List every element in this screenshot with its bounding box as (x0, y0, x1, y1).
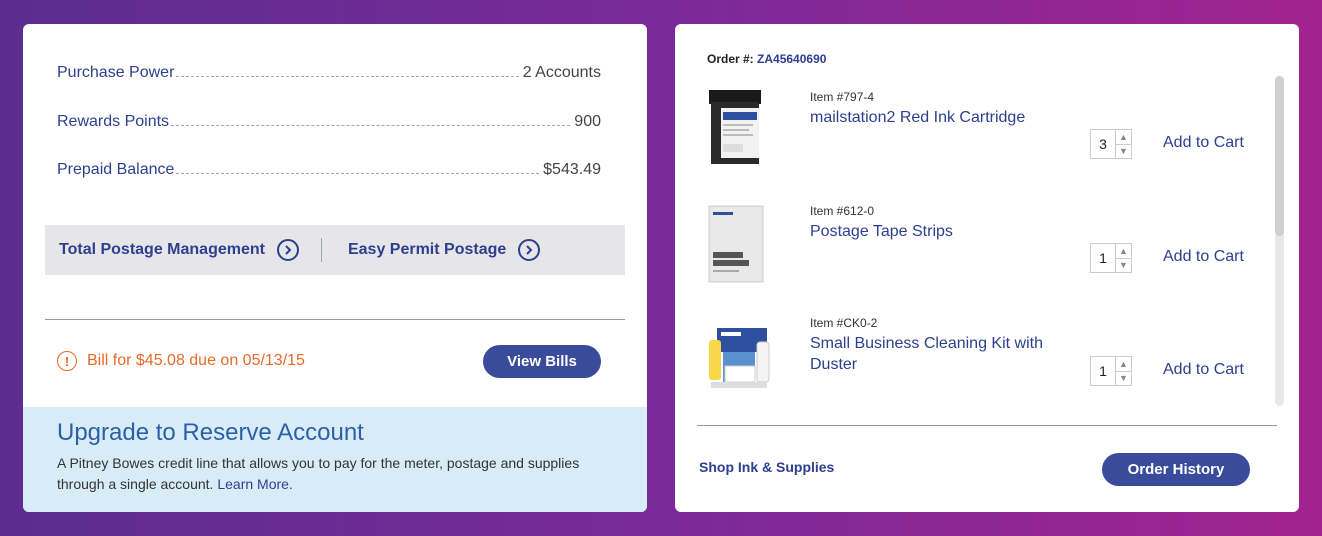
upgrade-description-text: A Pitney Bowes credit line that allows y… (57, 455, 580, 492)
item-number: Item #797-4 (810, 90, 875, 104)
order-item: Item #612-0 Postage Tape Strips 1 ▲ ▼ Ad… (697, 202, 1257, 298)
chevron-up-icon[interactable]: ▲ (1116, 244, 1131, 259)
add-to-cart-link[interactable]: Add to Cart (1163, 134, 1244, 152)
purchase-power-value: 2 Accounts (522, 64, 601, 81)
easy-permit-postage-link[interactable]: Easy Permit Postage (348, 239, 541, 261)
item-name-link[interactable]: Small Business Cleaning Kit with Duster (810, 333, 1050, 375)
add-to-cart-link[interactable]: Add to Cart (1163, 361, 1244, 379)
learn-more-link[interactable]: Learn More. (217, 476, 292, 492)
item-name-link[interactable]: Postage Tape Strips (810, 221, 953, 242)
link-separator (320, 238, 322, 262)
ink-cartridge-image (705, 88, 765, 175)
order-items-list: Item #797-4 mailstation2 Red Ink Cartrid… (697, 80, 1275, 410)
total-postage-management-label[interactable]: Total Postage Management (59, 241, 265, 259)
order-item: Item #797-4 mailstation2 Red Ink Cartrid… (697, 88, 1257, 184)
rewards-points-label[interactable]: Rewards Points (57, 113, 169, 131)
tape-strips-image (705, 202, 767, 291)
item-details: Item #CK0-2 Small Business Cleaning Kit … (810, 316, 1050, 375)
chevron-down-icon[interactable]: ▼ (1116, 145, 1131, 159)
quantity-value[interactable]: 3 (1091, 130, 1115, 158)
chevron-up-icon[interactable]: ▲ (1116, 357, 1131, 372)
purchase-power-label[interactable]: Purchase Power (57, 64, 174, 82)
account-summary-card: Purchase Power 2 Accounts Rewards Points… (23, 24, 647, 512)
easy-permit-postage-label[interactable]: Easy Permit Postage (348, 241, 506, 259)
quantity-arrows: ▲ ▼ (1115, 357, 1131, 385)
bill-due-text: Bill for $45.08 due on 05/13/15 (87, 352, 305, 369)
dotted-leader (171, 125, 571, 126)
item-details: Item #797-4 mailstation2 Red Ink Cartrid… (810, 90, 1025, 128)
order-number-link[interactable]: ZA45640690 (757, 52, 826, 66)
order-item: Item #CK0-2 Small Business Cleaning Kit … (697, 314, 1257, 410)
rewards-points-row[interactable]: Rewards Points 900 (57, 107, 601, 131)
chevron-down-icon[interactable]: ▼ (1116, 372, 1131, 386)
divider (45, 319, 625, 320)
dotted-leader (176, 173, 540, 174)
item-number: Item #612-0 (810, 204, 875, 218)
order-history-button[interactable]: Order History (1102, 453, 1250, 486)
scrollbar-track[interactable] (1275, 76, 1284, 406)
prepaid-balance-label[interactable]: Prepaid Balance (57, 161, 174, 179)
item-number: Item #CK0-2 (810, 316, 878, 330)
add-to-cart-link[interactable]: Add to Cart (1163, 248, 1244, 266)
total-postage-management-link[interactable]: Total Postage Management (59, 239, 299, 261)
quantity-stepper[interactable]: 3 ▲ ▼ (1090, 129, 1132, 159)
divider (697, 425, 1277, 426)
view-bills-button[interactable]: View Bills (483, 344, 601, 378)
item-details: Item #612-0 Postage Tape Strips (810, 204, 953, 242)
bill-notice: ! Bill for $45.08 due on 05/13/15 (57, 351, 305, 371)
postage-links-bar: Total Postage Management Easy Permit Pos… (45, 225, 625, 275)
chevron-right-circle-icon[interactable] (276, 239, 299, 261)
order-number-line: Order #: ZA45640690 (707, 52, 826, 66)
item-name-link[interactable]: mailstation2 Red Ink Cartridge (810, 107, 1025, 128)
upgrade-promo: Upgrade to Reserve Account A Pitney Bowe… (23, 407, 647, 512)
prepaid-balance-row[interactable]: Prepaid Balance $543.49 (57, 155, 601, 179)
order-label: Order #: (707, 52, 754, 66)
scrollbar-thumb[interactable] (1275, 76, 1284, 236)
rewards-points-value: 900 (574, 113, 601, 130)
quantity-arrows: ▲ ▼ (1115, 130, 1131, 158)
prepaid-balance-value: $543.49 (543, 161, 601, 178)
upgrade-description: A Pitney Bowes credit line that allows y… (57, 453, 617, 495)
chevron-up-icon[interactable]: ▲ (1116, 130, 1131, 145)
shop-ink-supplies-link[interactable]: Shop Ink & Supplies (699, 459, 834, 475)
quantity-stepper[interactable]: 1 ▲ ▼ (1090, 356, 1132, 386)
recent-order-card: Order #: ZA45640690 Item #797-4 mailstat… (675, 24, 1299, 512)
chevron-right-circle-icon[interactable] (518, 239, 541, 261)
upgrade-title: Upgrade to Reserve Account (57, 419, 364, 446)
purchase-power-row[interactable]: Purchase Power 2 Accounts (57, 58, 601, 82)
alert-icon: ! (57, 351, 77, 371)
chevron-down-icon[interactable]: ▼ (1116, 259, 1131, 273)
cleaning-kit-image (705, 326, 771, 399)
quantity-arrows: ▲ ▼ (1115, 244, 1131, 272)
dotted-leader (176, 76, 519, 77)
quantity-value[interactable]: 1 (1091, 357, 1115, 385)
quantity-value[interactable]: 1 (1091, 244, 1115, 272)
quantity-stepper[interactable]: 1 ▲ ▼ (1090, 243, 1132, 273)
bill-notice-row: ! Bill for $45.08 due on 05/13/15 View B… (57, 344, 601, 378)
